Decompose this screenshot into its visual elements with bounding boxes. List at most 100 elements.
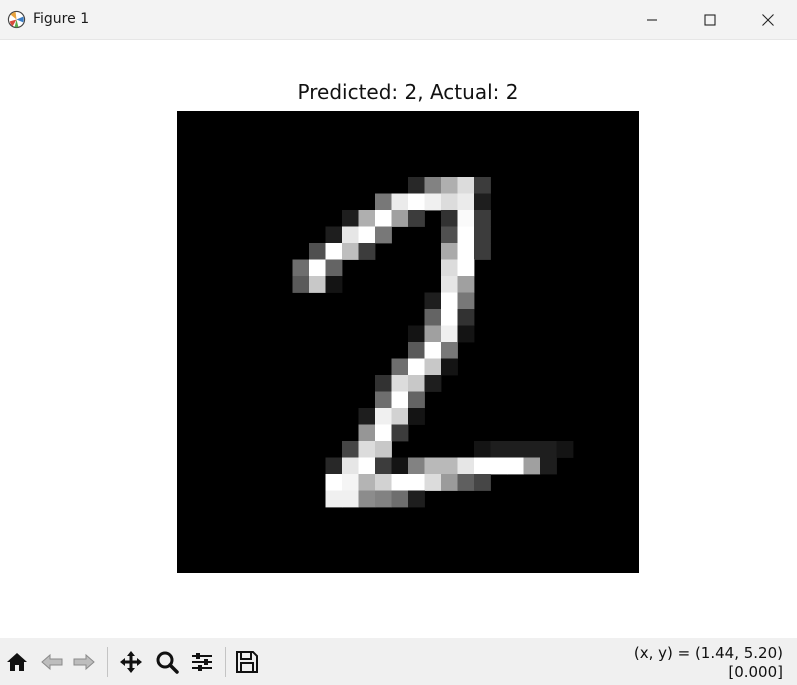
image-pixel: [457, 177, 475, 194]
image-pixel: [540, 457, 557, 475]
image-pixel: [441, 177, 458, 194]
plot-title: Predicted: 2, Actual: 2: [297, 80, 519, 104]
image-pixel: [391, 424, 409, 442]
image-pixel: [474, 177, 491, 194]
image-pixel: [424, 358, 442, 376]
image-pixel: [309, 243, 326, 260]
image-pixel: [375, 210, 392, 227]
image-pixel: [441, 342, 458, 359]
forward-button[interactable]: [70, 648, 98, 676]
image-pixel: [375, 375, 392, 392]
image-pixel: [375, 457, 392, 475]
image-pixel: [408, 457, 425, 475]
back-button[interactable]: [38, 648, 66, 676]
maximize-button[interactable]: [681, 0, 739, 39]
image-pixel: [408, 408, 425, 425]
image-pixel: [457, 325, 475, 343]
image-pixel: [408, 210, 425, 227]
image-pixel: [556, 441, 574, 458]
image-pixel: [474, 193, 491, 211]
image-pixel: [358, 474, 376, 491]
image-pixel: [441, 243, 458, 260]
image-pixel: [441, 474, 458, 491]
image-pixel: [424, 457, 442, 475]
pan-button[interactable]: [117, 648, 145, 676]
image-pixel: [325, 243, 343, 260]
image-pixel: [391, 358, 409, 376]
image-pixel: [375, 408, 392, 425]
image-pixel: [325, 276, 343, 293]
save-icon: [236, 651, 258, 673]
image-pixel: [457, 210, 475, 227]
image-pixel: [342, 210, 359, 227]
image-pixel: [490, 457, 508, 475]
image-pixel: [457, 276, 475, 293]
image-pixel: [375, 391, 392, 409]
image-pixel: [391, 457, 409, 475]
image-pixel: [540, 441, 557, 458]
image-pixel: [424, 375, 442, 392]
image-pixel: [408, 325, 425, 343]
zoom-button[interactable]: [153, 648, 181, 676]
image-pixel: [523, 441, 541, 458]
coords-value: [0.000]: [728, 663, 783, 681]
image-pixel: [408, 342, 425, 359]
configure-subplots-icon: [192, 653, 212, 671]
image-pixel: [441, 358, 458, 376]
image-pixel: [391, 193, 409, 211]
image-pixel: [358, 424, 376, 442]
image-pixel: [342, 457, 359, 475]
image-pixel: [424, 325, 442, 343]
image-pixel: [375, 490, 392, 508]
image-pixel: [309, 259, 326, 277]
back-icon: [41, 653, 63, 671]
coords-xy: (x, y) = (1.44, 5.20): [633, 644, 783, 662]
cursor-coordinates: (x, y) = (1.44, 5.20) [0.000]: [634, 644, 783, 682]
image-pixel: [457, 292, 475, 310]
image-pixel: [375, 474, 392, 491]
image-pixel: [408, 391, 425, 409]
image-pixel: [342, 226, 359, 244]
image-pixel: [325, 474, 343, 491]
zoom-icon: [156, 651, 179, 674]
toolbar-separator: [225, 647, 226, 677]
image-pixel: [490, 441, 508, 458]
image-pixel: [309, 276, 326, 293]
image-pixel: [325, 259, 343, 277]
image-pixel: [375, 424, 392, 442]
minimize-button[interactable]: [623, 0, 681, 39]
image-pixel: [457, 309, 475, 326]
image-pixel: [457, 259, 475, 277]
pan-icon: [120, 651, 142, 673]
image-pixel: [358, 408, 376, 425]
close-icon: [762, 13, 774, 26]
image-pixel: [408, 177, 425, 194]
digit-image[interactable]: [177, 111, 639, 573]
image-pixel: [325, 226, 343, 244]
image-pixel: [441, 325, 458, 343]
image-pixel: [457, 193, 475, 211]
save-button[interactable]: [233, 648, 261, 676]
image-pixel: [325, 490, 343, 508]
image-pixel: [424, 309, 442, 326]
image-pixel: [375, 441, 392, 458]
toolbar-separator: [107, 647, 108, 677]
window-title: Figure 1: [33, 11, 90, 27]
image-pixel: [408, 375, 425, 392]
image-pixel: [474, 243, 491, 260]
image-pixel: [358, 210, 376, 227]
image-pixel: [408, 193, 425, 211]
configure-subplots-button[interactable]: [188, 648, 216, 676]
image-pixel: [342, 441, 359, 458]
image-pixel: [424, 474, 442, 491]
image-pixel: [408, 358, 425, 376]
image-pixel: [408, 474, 425, 491]
window-titlebar: Figure 1: [0, 0, 797, 40]
image-pixel: [441, 193, 458, 211]
image-pixel: [358, 441, 376, 458]
image-pixel: [358, 243, 376, 260]
image-pixel: [441, 210, 458, 227]
close-button[interactable]: [739, 0, 797, 39]
home-button[interactable]: [3, 648, 31, 676]
image-pixel: [474, 474, 491, 491]
